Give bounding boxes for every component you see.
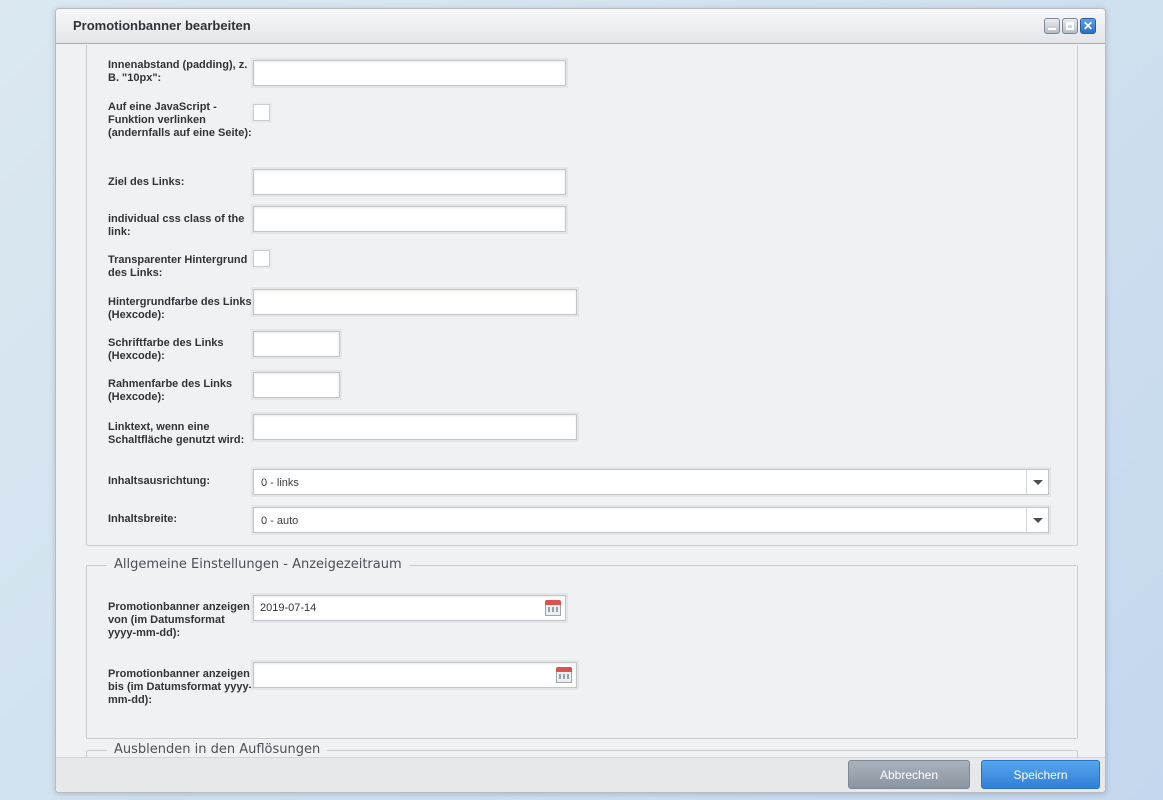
button-text-input[interactable] [253, 414, 577, 440]
link-target-input[interactable] [253, 169, 566, 195]
font-color-input[interactable] [253, 331, 340, 357]
button-text-label: Linktext, wenn eine Schaltfläche genutzt… [108, 421, 245, 446]
date-to-input[interactable] [253, 662, 577, 688]
width-label: Inhaltsbreite: [108, 513, 178, 525]
width-select-value: 0 - auto [261, 515, 299, 527]
edit-dialog: Promotionbanner bearbeiten Innenabstand … [55, 8, 1106, 793]
width-select[interactable]: 0 - auto [253, 507, 1049, 533]
save-button[interactable]: Speichern [981, 760, 1100, 789]
minimize-icon[interactable] [1044, 18, 1060, 34]
date-from-input[interactable]: 2019-07-14 [253, 595, 566, 621]
close-icon[interactable] [1080, 18, 1096, 34]
maximize-icon[interactable] [1062, 18, 1078, 34]
bg-color-label: Hintergrundfarbe des Links (Hexcode): [108, 296, 252, 321]
section-legend-hide: Ausblenden in den Auflösungen [107, 742, 328, 757]
dialog-content[interactable]: Innenabstand (padding), z. B. "10px": Au… [56, 45, 1105, 759]
css-class-label: individual css class of the link: [108, 213, 245, 238]
section-legend-period: Allgemeine Einstellungen - Anzeigezeitra… [107, 557, 409, 572]
transparent-bg-checkbox[interactable] [253, 250, 270, 267]
chevron-down-icon[interactable] [1026, 470, 1048, 494]
date-from-value: 2019-07-14 [260, 602, 317, 614]
dialog-title: Promotionbanner bearbeiten [73, 18, 251, 33]
alignment-select-value: 0 - links [261, 477, 299, 489]
padding-input[interactable] [253, 60, 566, 86]
date-to-label: Promotionbanner anzeigen bis (im Datumsf… [108, 668, 253, 706]
transparent-bg-label: Transparenter Hintergrund des Links: [108, 254, 248, 279]
alignment-select[interactable]: 0 - links [253, 469, 1049, 495]
js-link-checkbox[interactable] [253, 104, 270, 121]
dialog-footer: Abbrechen Speichern [56, 757, 1105, 792]
chevron-down-icon[interactable] [1026, 508, 1048, 532]
fieldset-display-period: Allgemeine Einstellungen - Anzeigezeitra… [86, 557, 1078, 739]
calendar-icon[interactable] [556, 667, 572, 683]
font-color-label: Schriftfarbe des Links (Hexcode): [108, 337, 224, 362]
border-color-label: Rahmenfarbe des Links (Hexcode): [108, 378, 233, 403]
alignment-label: Inhaltsausrichtung: [108, 475, 211, 487]
padding-label: Innenabstand (padding), z. B. "10px": [108, 59, 248, 84]
calendar-icon[interactable] [545, 600, 561, 616]
border-color-input[interactable] [253, 372, 340, 398]
css-class-input[interactable] [253, 206, 566, 232]
bg-color-input[interactable] [253, 289, 577, 315]
dialog-titlebar[interactable]: Promotionbanner bearbeiten [56, 9, 1105, 44]
link-target-label: Ziel des Links: [108, 176, 185, 188]
cancel-button[interactable]: Abbrechen [848, 760, 970, 789]
js-link-label: Auf eine JavaScript - Funktion verlinken… [108, 101, 252, 139]
date-from-label: Promotionbanner anzeigen von (im Datumsf… [108, 601, 250, 639]
